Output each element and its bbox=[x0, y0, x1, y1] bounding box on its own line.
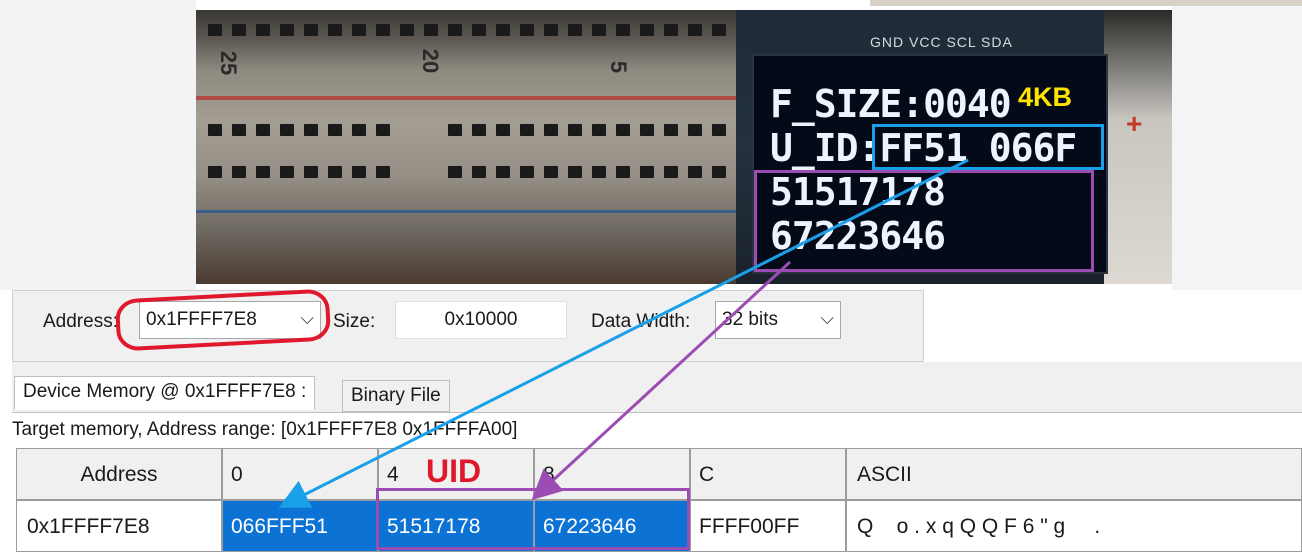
breadboard-hole bbox=[616, 166, 630, 178]
breadboard-hole bbox=[592, 124, 606, 136]
breadboard-hole bbox=[688, 166, 702, 178]
oled-pin-labels: GND VCC SCL SDA bbox=[870, 34, 1013, 50]
tab-bar: Device Memory @ 0x1FFFF7E8 : Binary File bbox=[12, 362, 1302, 412]
breadboard-hole bbox=[256, 24, 270, 36]
breadboard-hole bbox=[280, 166, 294, 178]
column-header-ascii[interactable]: ASCII bbox=[846, 448, 1302, 500]
memory-cell[interactable]: 066FFF51 bbox=[222, 500, 378, 552]
photo-right-edge bbox=[1104, 10, 1172, 284]
breadboard-hole bbox=[712, 166, 726, 178]
tab-binary-file[interactable]: Binary File bbox=[342, 380, 450, 412]
breadboard-hole bbox=[544, 24, 558, 36]
column-header-0[interactable]: 0 bbox=[222, 448, 378, 500]
address-range-info: Target memory, Address range: [0x1FFFF7E… bbox=[12, 412, 1302, 447]
desktop-background-right bbox=[1172, 0, 1302, 290]
breadboard-hole bbox=[376, 166, 390, 178]
breadboard-hole bbox=[568, 124, 582, 136]
breadboard-hole bbox=[280, 124, 294, 136]
breadboard-hole bbox=[664, 24, 678, 36]
uid-highlight-box-blue bbox=[872, 124, 1104, 170]
breadboard-hole bbox=[232, 124, 246, 136]
ascii-cell[interactable]: Q o . x q Q Q F 6 " g . bbox=[846, 500, 1302, 552]
breadboard-hole bbox=[448, 166, 462, 178]
breadboard-hole bbox=[352, 124, 366, 136]
desktop-background-left bbox=[0, 0, 196, 290]
address-label: Address: bbox=[43, 311, 118, 332]
breadboard-hole bbox=[592, 166, 606, 178]
breadboard-hole bbox=[400, 24, 414, 36]
uid-cells-highlight-box bbox=[376, 488, 690, 550]
breadboard-hole bbox=[232, 166, 246, 178]
breadboard-hole bbox=[640, 24, 654, 36]
breadboard-hole bbox=[376, 124, 390, 136]
breadboard-hole bbox=[568, 24, 582, 36]
uid-highlight-box-purple bbox=[754, 170, 1094, 272]
breadboard-hole bbox=[496, 124, 510, 136]
breadboard-hole bbox=[592, 24, 606, 36]
data-width-label: Data Width: bbox=[591, 311, 691, 332]
breadboard-hole bbox=[520, 166, 534, 178]
data-width-select[interactable]: 32 bits ⌵ bbox=[715, 301, 841, 339]
breadboard-hole bbox=[328, 124, 342, 136]
breadboard-hole bbox=[304, 124, 318, 136]
breadboard-hole bbox=[376, 24, 390, 36]
desktop-top-strip bbox=[870, 0, 1302, 6]
breadboard-hole bbox=[352, 24, 366, 36]
flash-size-annotation: 4KB bbox=[1018, 82, 1073, 112]
breadboard-hole bbox=[664, 166, 678, 178]
breadboard-power-rail-red bbox=[196, 96, 736, 100]
breadboard-hole bbox=[544, 124, 558, 136]
breadboard-hole bbox=[232, 24, 246, 36]
breadboard-hole bbox=[328, 24, 342, 36]
breadboard-hole bbox=[520, 124, 534, 136]
breadboard-hole bbox=[448, 24, 462, 36]
breadboard-hole bbox=[616, 124, 630, 136]
breadboard-hole bbox=[640, 166, 654, 178]
column-header-c[interactable]: C bbox=[690, 448, 846, 500]
breadboard-hole bbox=[688, 24, 702, 36]
tab-device-memory[interactable]: Device Memory @ 0x1FFFF7E8 : bbox=[14, 376, 316, 410]
breadboard-plus-mark: + bbox=[1126, 108, 1143, 139]
column-header-address[interactable]: Address bbox=[16, 448, 222, 500]
breadboard-hole bbox=[664, 124, 678, 136]
breadboard-hole bbox=[712, 124, 726, 136]
memory-cell[interactable]: FFFF00FF bbox=[690, 500, 846, 552]
size-label: Size: bbox=[333, 311, 376, 332]
breadboard-column-number: 5 bbox=[606, 60, 632, 74]
oled-line-flash-size: F_SIZE:0040 bbox=[770, 82, 1012, 126]
breadboard-hole bbox=[544, 166, 558, 178]
breadboard-hole bbox=[424, 24, 438, 36]
breadboard-hole bbox=[712, 24, 726, 36]
breadboard-hole bbox=[304, 24, 318, 36]
breadboard-hole bbox=[328, 166, 342, 178]
hardware-photo: 25 20 5 + GND VCC SCL SDA F_SIZE:0040 U_… bbox=[196, 10, 1172, 284]
breadboard-hole bbox=[208, 24, 222, 36]
breadboard-hole bbox=[256, 124, 270, 136]
breadboard-hole bbox=[568, 166, 582, 178]
chevron-down-icon[interactable]: ⌵ bbox=[820, 300, 834, 336]
breadboard-hole bbox=[448, 124, 462, 136]
breadboard-hole bbox=[688, 124, 702, 136]
breadboard-hole bbox=[256, 166, 270, 178]
breadboard-hole bbox=[208, 166, 222, 178]
uid-annotation: UID bbox=[426, 453, 482, 489]
breadboard-hole bbox=[304, 166, 318, 178]
breadboard-column-number: 25 bbox=[216, 50, 242, 76]
breadboard-hole bbox=[616, 24, 630, 36]
breadboard-hole bbox=[472, 24, 486, 36]
breadboard-hole bbox=[496, 166, 510, 178]
breadboard-hole bbox=[208, 124, 222, 136]
breadboard-hole bbox=[472, 166, 486, 178]
breadboard-hole bbox=[280, 24, 294, 36]
breadboard-hole bbox=[352, 166, 366, 178]
breadboard-column-number: 20 bbox=[418, 48, 444, 74]
breadboard-hole bbox=[640, 124, 654, 136]
breadboard-hole bbox=[496, 24, 510, 36]
breadboard-hole bbox=[472, 124, 486, 136]
size-input[interactable]: 0x10000 bbox=[395, 301, 567, 339]
breadboard-power-rail-blue bbox=[196, 210, 736, 213]
data-width-value[interactable]: 32 bits bbox=[722, 302, 778, 338]
breadboard-hole bbox=[520, 24, 534, 36]
row-address[interactable]: 0x1FFFF7E8 bbox=[16, 500, 222, 552]
